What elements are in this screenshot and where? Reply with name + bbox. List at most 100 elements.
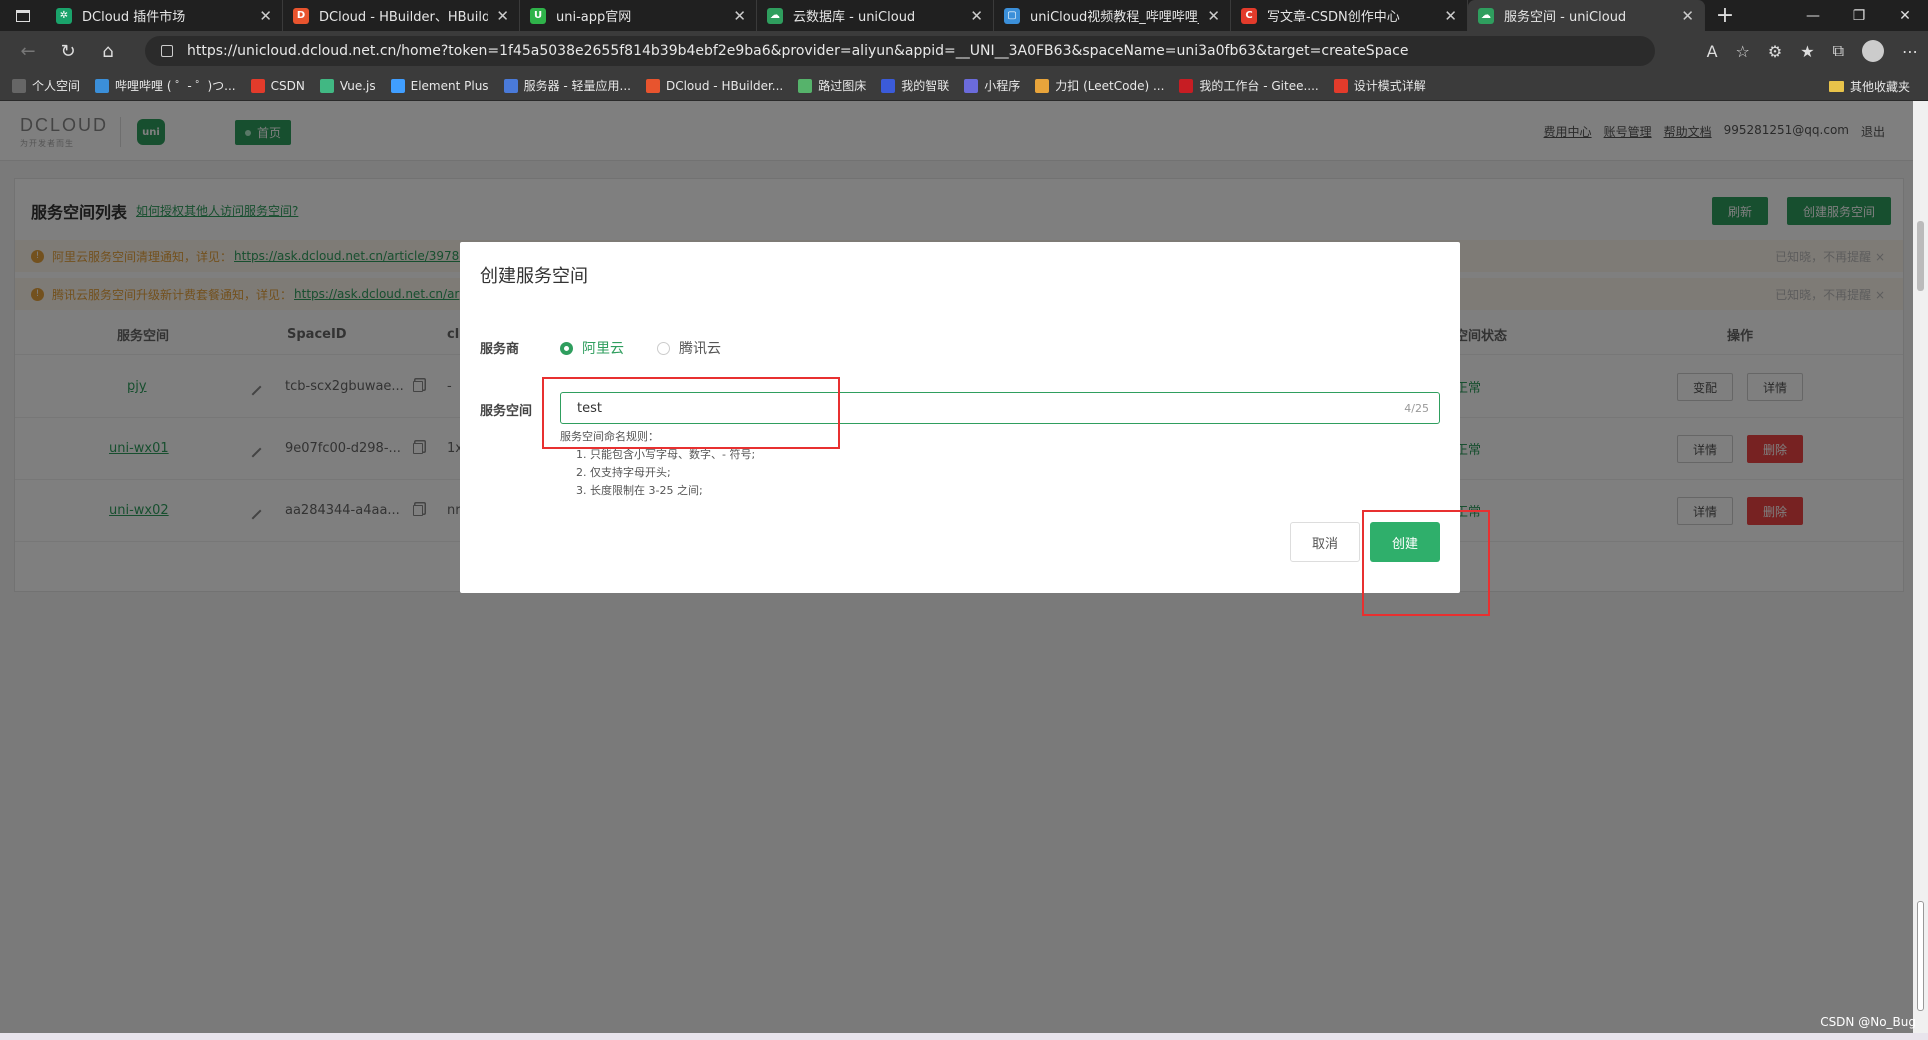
other-bookmarks-label: 其他收藏夹 [1849,79,1910,94]
rule-item: 2. 仅支持字母开头; [576,466,671,479]
browser-tab[interactable]: C 写文章-CSDN创作中心 ✕ [1231,0,1468,31]
radio-checked-icon [560,341,573,355]
bookmark-item[interactable]: 个人空间 [12,77,80,94]
bookmark-label: DCloud - HBuilder... [665,78,784,93]
tab-title: 写文章-CSDN创作中心 [1267,10,1400,25]
more-icon[interactable]: ⋯ [1902,42,1918,61]
bookmark-item[interactable]: 小程序 [964,77,1020,94]
close-tab-icon[interactable]: ✕ [970,7,983,25]
bookmark-label: Vue.js [339,78,376,93]
bookmark-label: 个人空间 [32,79,81,93]
collections-icon[interactable]: ⧉ [1833,41,1844,61]
radio-unchecked-icon [657,341,670,355]
restore-icon[interactable]: ❐ [1836,0,1882,31]
bookmark-favicon-icon [250,78,265,93]
bookmark-favicon-icon [1035,78,1050,93]
home-icon[interactable]: ⌂ [88,41,128,62]
bookmarks-bar: 个人空间 哔哩哔哩 ( ゜- ゜)つ... CSDN Vue.js Elemen… [0,71,1928,101]
tab-favicon-icon: D [293,7,309,24]
extensions-icon[interactable]: ⚙ [1768,42,1782,61]
space-name-label: 服务空间 [480,404,533,419]
add-favorite-icon[interactable]: ☆ [1736,42,1750,61]
page-scrollbar[interactable] [1913,101,1928,1033]
browser-tab[interactable]: U uni-app官网 ✕ [520,0,757,31]
watermark: CSDN @No_Bug [1820,1015,1916,1029]
bookmark-favicon-icon [645,78,660,93]
bookmark-favicon-icon [503,78,518,93]
bookmark-label: 路过图床 [818,79,867,93]
reload-icon[interactable]: ↻ [48,41,88,62]
radio-aliyun[interactable]: 阿里云 [560,338,624,358]
bookmark-label: 我的智联 [901,79,950,93]
bookmark-item[interactable]: Element Plus [390,78,489,93]
browser-tab-bar: ✲ DCloud 插件市场 ✕ D DCloud - HBuilder、HBuil… [0,0,1928,31]
rule-item: 3. 长度限制在 3-25 之间; [576,484,703,497]
bookmark-item[interactable]: 服务器 - 轻量应用... [503,77,631,94]
radio-aliyun-label: 阿里云 [582,341,624,357]
tab-title: uniCloud视频教程_哔哩哔哩_bili [1030,10,1199,25]
annotation-box-input [542,377,840,449]
tab-title: 服务空间 - uniCloud [1504,10,1627,25]
bookmark-item[interactable]: CSDN [250,78,305,93]
window-menu-icon[interactable] [0,0,46,31]
bookmark-label: 哔哩哔哩 ( ゜- ゜)つ... [115,79,236,93]
bookmark-favicon-icon [1179,78,1194,93]
bookmark-label: 力扣 (LeetCode) ... [1055,79,1165,93]
close-tab-icon[interactable]: ✕ [496,7,509,25]
bookmark-item[interactable]: 我的工作台 - Gitee.... [1179,77,1319,94]
browser-tab[interactable]: ☁ 服务空间 - uniCloud ✕ [1468,0,1705,31]
browser-tab[interactable]: ☁ 云数据库 - uniCloud ✕ [757,0,994,31]
close-tab-icon[interactable]: ✕ [1207,7,1220,25]
folder-icon [1828,80,1844,92]
favorites-icon[interactable]: ★ [1800,42,1814,61]
bookmark-item[interactable]: 我的智联 [881,77,949,94]
bookmark-label: Element Plus [410,78,489,93]
close-tab-icon[interactable]: ✕ [733,7,746,25]
scrollbar-thumb-lower[interactable] [1917,901,1924,1011]
bookmark-label: CSDN [270,78,305,93]
browser-tab[interactable]: D DCloud - HBuilder、HBuilderX、 ✕ [283,0,520,31]
other-bookmarks-folder[interactable]: 其他收藏夹 [1828,71,1910,101]
bookmark-label: 设计模式详解 [1353,79,1426,93]
tab-favicon-icon: ☁ [1478,7,1494,24]
tab-title: DCloud - HBuilder、HBuilderX、 [319,10,489,25]
bookmark-favicon-icon [95,78,110,93]
radio-tencent[interactable]: 腾讯云 [657,338,721,358]
tab-favicon-icon: U [530,7,546,24]
bookmark-favicon-icon [798,78,813,93]
bookmark-item[interactable]: 设计模式详解 [1333,77,1426,94]
lock-icon[interactable] [161,45,173,57]
bookmark-favicon-icon [881,78,896,93]
close-window-icon[interactable]: ✕ [1882,0,1928,31]
char-counter: 4/25 [1404,401,1429,415]
tab-title: uni-app官网 [556,10,632,25]
minimize-icon[interactable]: — [1790,0,1836,31]
close-tab-icon[interactable]: ✕ [1681,7,1694,25]
close-tab-icon[interactable]: ✕ [259,7,272,25]
bookmark-item[interactable]: 力扣 (LeetCode) ... [1035,77,1164,94]
read-aloud-icon[interactable]: A [1707,42,1718,61]
url-field[interactable]: https://unicloud.dcloud.net.cn/home?toke… [145,36,1655,66]
bookmark-item[interactable]: 哔哩哔哩 ( ゜- ゜)つ... [95,77,236,94]
cancel-button[interactable]: 取消 [1290,522,1360,562]
new-tab-button[interactable]: + [1705,0,1745,31]
bookmark-item[interactable]: 路过图床 [798,77,866,94]
browser-tab[interactable]: ▢ uniCloud视频教程_哔哩哔哩_bili ✕ [994,0,1231,31]
url-text: https://unicloud.dcloud.net.cn/home?toke… [187,43,1409,59]
bookmark-favicon-icon [964,78,979,93]
browser-tab[interactable]: ✲ DCloud 插件市场 ✕ [46,0,283,31]
provider-label: 服务商 [480,342,520,357]
tab-favicon-icon: C [1241,7,1257,24]
bookmark-favicon-icon [319,78,334,93]
address-bar-row: ← ↻ ⌂ https://unicloud.dcloud.net.cn/hom… [0,31,1928,71]
close-tab-icon[interactable]: ✕ [1444,7,1457,25]
radio-tencent-label: 腾讯云 [679,341,721,357]
bookmark-item[interactable]: DCloud - HBuilder... [645,78,784,93]
bookmark-item[interactable]: Vue.js [319,78,376,93]
back-icon[interactable]: ← [8,41,48,62]
bookmark-favicon-icon [390,78,405,93]
scrollbar-thumb[interactable] [1917,221,1924,291]
taskbar-strip [0,1033,1928,1040]
bookmark-label: 小程序 [984,79,1021,93]
profile-avatar[interactable] [1862,40,1884,62]
